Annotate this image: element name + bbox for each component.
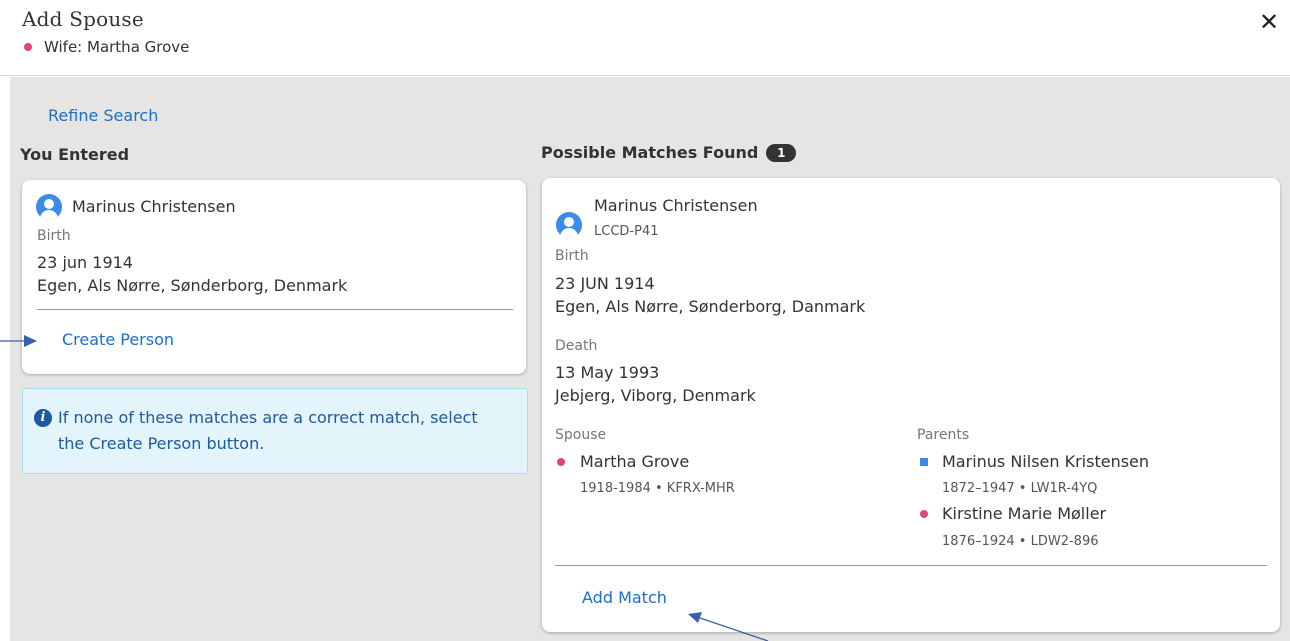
match-death-place: Jebjerg, Viborg, Denmark	[555, 386, 756, 405]
person-icon	[556, 212, 582, 238]
match-count-badge: 1	[766, 143, 797, 162]
spouse-label: Spouse	[555, 427, 607, 443]
female-dot-icon	[24, 43, 32, 51]
match-birth-date: 23 JUN 1914	[555, 274, 655, 293]
dialog-title: Add Spouse	[22, 7, 144, 31]
dialog-body: Refine Search You Entered Marinus Christ…	[10, 77, 1290, 641]
person-icon	[36, 194, 62, 220]
add-match-button[interactable]: Add Match	[582, 588, 667, 607]
entered-birth-label: Birth	[37, 228, 71, 244]
info-text: If none of these matches are a correct m…	[58, 408, 478, 453]
info-icon: i	[34, 409, 52, 427]
refine-search-link[interactable]: Refine Search	[48, 106, 158, 125]
female-dot-icon	[920, 510, 928, 518]
father-name: Marinus Nilsen Kristensen	[942, 452, 1150, 471]
mother-meta: 1876–1924 • LDW2-896	[942, 534, 1099, 549]
dialog-header: Add Spouse Wife: Martha Grove ✕	[0, 0, 1290, 76]
male-square-icon	[920, 458, 928, 466]
create-person-button[interactable]: Create Person	[62, 330, 174, 349]
parents-label: Parents	[917, 427, 970, 443]
match-name: Marinus Christensen	[594, 196, 758, 215]
spouse-meta: 1918-1984 • KFRX-MHR	[580, 481, 735, 496]
entered-birth-date: 23 jun 1914	[37, 253, 133, 272]
match-birth-label: Birth	[555, 248, 589, 264]
card-divider	[37, 309, 513, 310]
possible-matches-label: Possible Matches Found	[541, 143, 759, 162]
match-card: Marinus Christensen LCCD-P41 Birth 23 JU…	[542, 178, 1280, 632]
father-meta: 1872–1947 • LW1R-4YQ	[942, 481, 1098, 496]
dialog-subtitle: Wife: Martha Grove	[24, 38, 189, 56]
possible-matches-heading: Possible Matches Found 1	[541, 143, 797, 162]
close-icon[interactable]: ✕	[1255, 8, 1283, 36]
mother-name: Kirstine Marie Møller	[942, 504, 1107, 523]
you-entered-card: Marinus Christensen Birth 23 jun 1914 Eg…	[22, 180, 526, 374]
card-divider	[555, 565, 1267, 566]
spouse-name: Martha Grove	[580, 452, 690, 471]
you-entered-heading: You Entered	[20, 145, 130, 164]
female-dot-icon	[557, 458, 565, 466]
match-id: LCCD-P41	[594, 224, 659, 239]
match-birth-place: Egen, Als Nørre, Sønderborg, Danmark	[555, 297, 866, 316]
entered-birth-place: Egen, Als Nørre, Sønderborg, Denmark	[37, 276, 348, 295]
subtitle-text: Wife: Martha Grove	[44, 38, 190, 56]
match-death-label: Death	[555, 338, 598, 354]
match-death-date: 13 May 1993	[555, 363, 660, 382]
entered-name: Marinus Christensen	[72, 197, 236, 216]
info-alert: i If none of these matches are a correct…	[22, 388, 528, 474]
